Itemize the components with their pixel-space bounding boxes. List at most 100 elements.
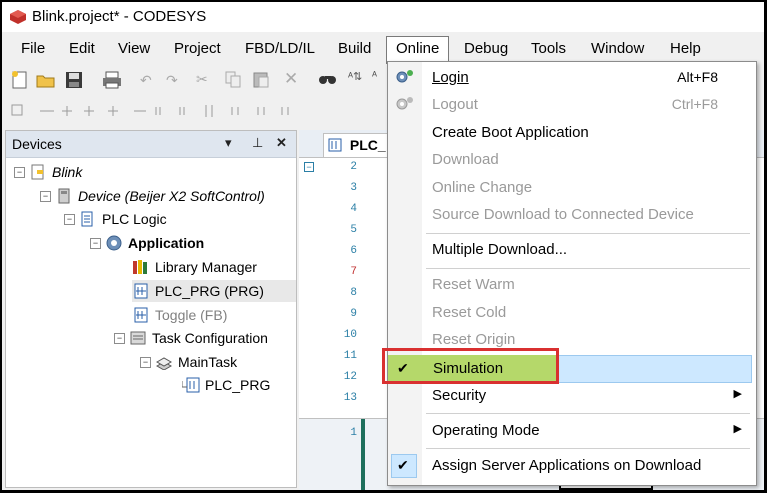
line-number: 4 xyxy=(350,203,357,215)
online-menu-dropdown: Login Alt+F8 Logout Ctrl+F8 Create Boot … xyxy=(387,61,757,486)
menu-item-reset-warm[interactable]: Reset Warm xyxy=(388,272,756,298)
menu-file[interactable]: File xyxy=(21,40,45,57)
task-icon xyxy=(155,353,173,371)
save-project-icon[interactable] xyxy=(64,70,84,93)
menu-debug[interactable]: Debug xyxy=(464,40,508,57)
pou-icon xyxy=(328,138,342,155)
line-number-gutter: − 2 3 4 5 6 7 8 9 10 11 12 13 xyxy=(299,158,361,418)
menu-item-login[interactable]: Login Alt+F8 xyxy=(388,65,756,91)
tree-item-maintask[interactable]: − MainTask xyxy=(140,351,237,373)
tree-item-library-manager[interactable]: Library Manager xyxy=(132,256,257,278)
menu-help[interactable]: Help xyxy=(670,40,701,57)
menu-fbd-ld-il[interactable]: FBD/LD/IL xyxy=(245,40,315,57)
redo-icon[interactable]: ↷ xyxy=(166,72,178,89)
tree-item-plc-logic[interactable]: − PLC Logic xyxy=(64,208,167,230)
menu-item-reset-cold[interactable]: Reset Cold xyxy=(388,300,756,326)
line-number: 6 xyxy=(350,245,357,257)
tree-item-blink[interactable]: − Blink xyxy=(14,161,82,183)
collapse-icon[interactable]: − xyxy=(90,237,101,249)
tree-item-application[interactable]: − Application xyxy=(90,232,204,254)
menu-bar: File Edit View Project FBD/LD/IL Build O… xyxy=(2,36,764,64)
task-config-icon xyxy=(129,329,147,347)
program-call-icon xyxy=(182,376,200,394)
line-number: 1 xyxy=(350,427,357,439)
line-number: 3 xyxy=(350,182,357,194)
menu-item-create-boot-application[interactable]: Create Boot Application xyxy=(388,120,756,146)
menu-separator xyxy=(426,448,750,449)
collapse-icon[interactable]: − xyxy=(14,166,25,178)
title-bar: Blink.project* - CODESYS xyxy=(2,2,764,32)
menu-item-multiple-download[interactable]: Multiple Download... xyxy=(388,237,756,263)
panel-dropdown-icon[interactable]: ▾ xyxy=(225,135,232,151)
collapse-icon[interactable]: − xyxy=(140,356,151,368)
menu-item-operating-mode[interactable]: Operating Mode ▶ xyxy=(388,418,756,444)
print-icon[interactable] xyxy=(102,70,122,93)
menu-project[interactable]: Project xyxy=(174,40,221,57)
line-number: 7 xyxy=(350,266,357,278)
annotation-highlight-box xyxy=(382,348,559,384)
devices-panel-title: Devices xyxy=(12,136,62,152)
devices-panel: Devices ▾ ⊥ ✕ − Blink − Device (Beijer X… xyxy=(5,130,297,488)
paste-icon[interactable] xyxy=(252,70,270,91)
submenu-arrow-icon: ▶ xyxy=(733,423,742,435)
line-number: 2 xyxy=(350,161,357,173)
codesys-window: Blink.project* - CODESYS File Edit View … xyxy=(2,2,764,490)
line-number: 10 xyxy=(343,329,357,341)
find-icon[interactable] xyxy=(318,70,338,91)
tree-item-plc-prg-call[interactable]: PLC_PRG xyxy=(182,374,270,396)
open-project-icon[interactable] xyxy=(36,70,56,93)
menu-item-download[interactable]: Download xyxy=(388,147,756,173)
line-number: 9 xyxy=(350,308,357,320)
line-number: 13 xyxy=(343,392,357,404)
menu-item-security[interactable]: Security ▶ xyxy=(388,383,756,409)
window-title: Blink.project* - CODESYS xyxy=(32,8,207,25)
undo-icon[interactable]: ↶ xyxy=(140,72,152,89)
menu-item-assign-server-applications[interactable]: ✔ Assign Server Applications on Download xyxy=(388,453,756,479)
line-number: 8 xyxy=(350,287,357,299)
replace-icon[interactable]: ᴬ⇅ xyxy=(348,70,362,83)
find-next-icon[interactable]: ᴬ xyxy=(372,70,377,82)
login-icon xyxy=(395,68,415,91)
tree-item-toggle[interactable]: Toggle (FB) xyxy=(132,304,227,326)
menu-view[interactable]: View xyxy=(118,40,150,57)
pou-icon xyxy=(132,306,150,324)
delete-icon[interactable]: ✕ xyxy=(284,69,298,89)
menu-separator xyxy=(426,268,750,269)
menu-separator xyxy=(426,413,750,414)
line-number: 11 xyxy=(343,350,357,362)
device-icon xyxy=(55,187,73,205)
panel-close-icon[interactable]: ✕ xyxy=(276,135,287,151)
collapse-icon[interactable]: − xyxy=(114,332,125,344)
menu-item-source-download[interactable]: Source Download to Connected Device xyxy=(388,202,756,228)
submenu-arrow-icon: ▶ xyxy=(733,388,742,400)
devices-panel-header: Devices ▾ ⊥ ✕ xyxy=(6,131,296,158)
menu-tools[interactable]: Tools xyxy=(531,40,566,57)
collapse-icon[interactable]: − xyxy=(64,213,75,225)
tree-item-task-configuration[interactable]: − Task Configuration xyxy=(114,327,268,349)
cut-icon[interactable]: ✂ xyxy=(196,71,208,88)
copy-icon[interactable] xyxy=(224,70,242,91)
menu-item-logout[interactable]: Logout Ctrl+F8 xyxy=(388,92,756,118)
new-project-icon[interactable] xyxy=(10,70,30,93)
panel-pin-icon[interactable]: ⊥ xyxy=(252,135,263,151)
menu-window[interactable]: Window xyxy=(591,40,644,57)
menu-separator xyxy=(426,233,750,234)
pou-icon xyxy=(132,282,150,300)
menu-online[interactable]: Online xyxy=(386,36,450,64)
fbd-toolbar-icons[interactable] xyxy=(10,101,390,124)
line-number: 5 xyxy=(350,224,357,236)
tree-item-device[interactable]: − Device (Beijer X2 SoftControl) xyxy=(40,185,265,207)
codesys-logo-icon xyxy=(10,10,26,24)
tree-item-plc-prg[interactable]: PLC_PRG (PRG) xyxy=(132,280,296,302)
plc-logic-icon xyxy=(79,210,97,228)
menu-build[interactable]: Build xyxy=(338,40,371,57)
logout-icon xyxy=(395,95,415,118)
collapse-icon[interactable]: − xyxy=(40,190,51,202)
project-icon xyxy=(29,163,47,181)
checkmark-icon: ✔ xyxy=(397,457,409,473)
library-icon xyxy=(132,258,150,276)
fbd-network-bar xyxy=(361,419,365,490)
menu-item-online-change[interactable]: Online Change xyxy=(388,175,756,201)
line-number: 12 xyxy=(343,371,357,383)
menu-edit[interactable]: Edit xyxy=(69,40,95,57)
